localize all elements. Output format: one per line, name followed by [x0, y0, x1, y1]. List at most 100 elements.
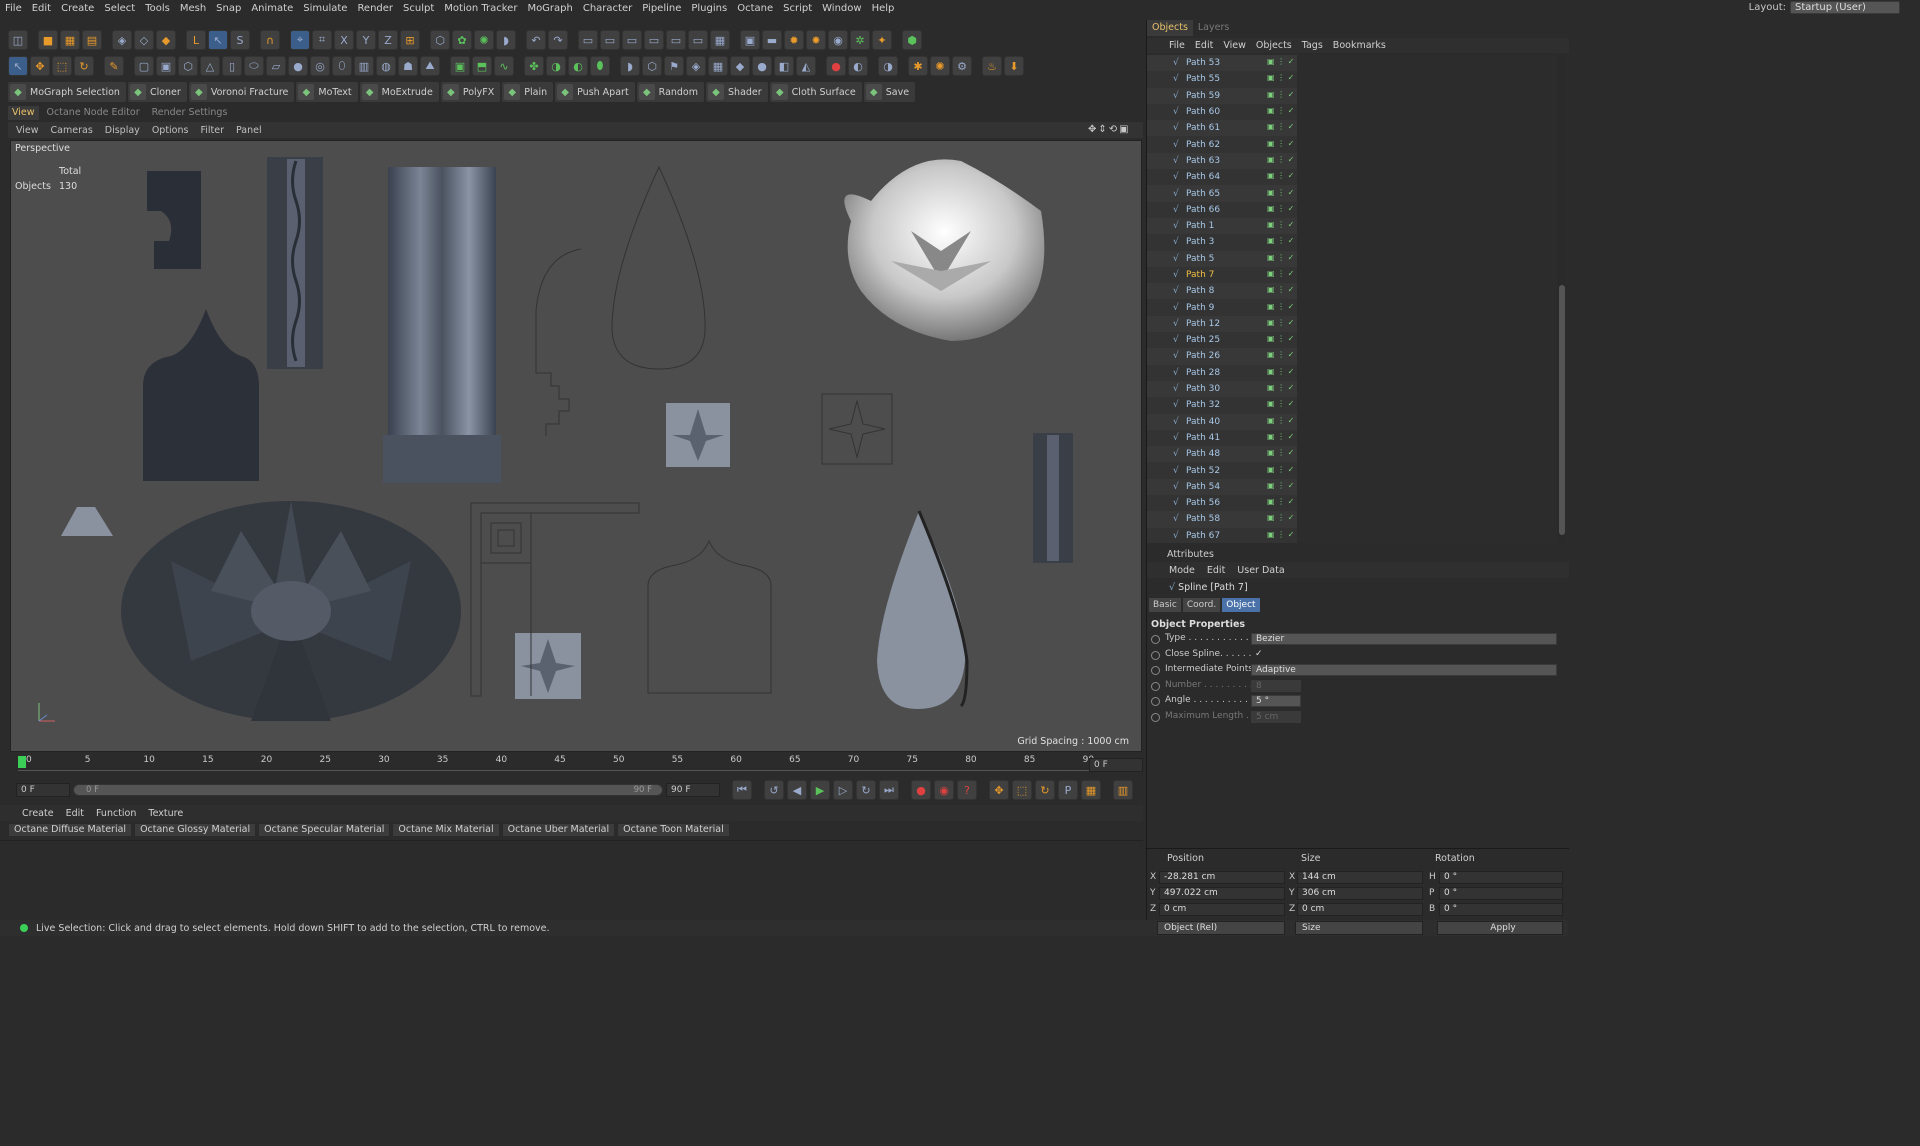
random-button[interactable]: ◆ Random: [636, 82, 705, 102]
visibility-toggle-icon[interactable]: ▣ ⋮ ✓: [1267, 220, 1297, 232]
bulge-icon[interactable]: ⬡: [642, 56, 662, 76]
spline-icon[interactable]: ▣: [156, 56, 176, 76]
layout-dropdown[interactable]: Startup (User): [1790, 1, 1900, 14]
prev-frame-icon[interactable]: ◀: [787, 780, 807, 800]
visibility-toggle-icon[interactable]: ▣ ⋮ ✓: [1267, 399, 1297, 411]
visibility-toggle-icon[interactable]: ▣ ⋮ ✓: [1267, 171, 1297, 183]
tab-objects[interactable]: Objects: [1147, 20, 1193, 36]
prop-value[interactable]: 5 °: [1251, 695, 1301, 707]
drop-solid[interactable]: [877, 511, 966, 709]
octane-logo-icon[interactable]: ⬢: [902, 30, 922, 50]
object-row[interactable]: √ Path 9 ▣ ⋮ ✓: [1147, 299, 1557, 316]
start-frame-field[interactable]: 0 F: [16, 783, 70, 797]
visibility-toggle-icon[interactable]: ▣ ⋮ ✓: [1267, 155, 1297, 167]
size-field[interactable]: 306 cm: [1297, 887, 1423, 900]
tweak-icon[interactable]: ↖: [208, 30, 228, 50]
sweep-icon[interactable]: ∿: [494, 56, 514, 76]
object-name[interactable]: Path 55: [1186, 74, 1220, 84]
object-row[interactable]: √ Path 12 ▣ ⋮ ✓: [1147, 315, 1557, 333]
objects-menu-objects[interactable]: Objects: [1256, 40, 1292, 51]
voronoi-fracture-button[interactable]: ◆ Voronoi Fracture: [188, 82, 295, 102]
push-apart-button[interactable]: ◆ Push Apart: [555, 82, 635, 102]
cloth-surface-button[interactable]: ◆ Cloth Surface: [769, 82, 862, 102]
layout-view-5-icon[interactable]: ▭: [666, 30, 686, 50]
menu-pipeline[interactable]: Pipeline: [637, 3, 686, 14]
attr-tab-coord[interactable]: Coord.: [1182, 598, 1221, 612]
object-name[interactable]: Path 54: [1186, 482, 1220, 492]
attributes-menu-mode[interactable]: Mode: [1169, 565, 1195, 576]
y-axis-lock-icon[interactable]: Y: [356, 30, 376, 50]
layout-view-2-icon[interactable]: ▭: [600, 30, 620, 50]
object-row[interactable]: √ Path 28 ▣ ⋮ ✓: [1147, 364, 1557, 381]
object-name[interactable]: Path 56: [1186, 498, 1220, 508]
object-name[interactable]: Path 9: [1186, 303, 1214, 313]
mograph-selection-button[interactable]: ◆ MoGraph Selection: [8, 82, 126, 102]
boole-icon[interactable]: ◑: [546, 56, 566, 76]
object-name[interactable]: Path 63: [1186, 156, 1220, 166]
objects-menu-file[interactable]: File: [1169, 40, 1185, 51]
pan-icon[interactable]: ✥: [1088, 124, 1096, 135]
object-name[interactable]: Path 7: [1186, 270, 1214, 280]
visibility-toggle-icon[interactable]: ▣ ⋮ ✓: [1267, 416, 1297, 428]
prev-key-icon[interactable]: ↺: [764, 780, 784, 800]
object-name[interactable]: Path 26: [1186, 351, 1220, 361]
visibility-toggle-icon[interactable]: ▣ ⋮ ✓: [1267, 236, 1297, 248]
snap-icon[interactable]: ⌖: [290, 30, 310, 50]
layout-view-3-icon[interactable]: ▭: [622, 30, 642, 50]
animate-radio-icon[interactable]: [1151, 666, 1160, 675]
drop-outline[interactable]: [611, 165, 706, 370]
texture-mode-icon[interactable]: ▦: [60, 30, 80, 50]
material-octane-toon-material[interactable]: Octane Toon Material: [617, 823, 730, 837]
go-to-start-icon[interactable]: ⏮: [732, 780, 752, 800]
landscape-icon[interactable]: ⛰: [420, 56, 440, 76]
sketch-icon[interactable]: ▢: [134, 56, 154, 76]
key-scale-icon[interactable]: ⬚: [1012, 780, 1032, 800]
object-name[interactable]: Path 64: [1186, 172, 1220, 182]
soft-selection-icon[interactable]: S: [230, 30, 250, 50]
visibility-toggle-icon[interactable]: ▣ ⋮ ✓: [1267, 318, 1297, 330]
object-row[interactable]: √ Path 61 ▣ ⋮ ✓: [1147, 120, 1557, 137]
preview-range-slider[interactable]: 0 F 90 F: [73, 784, 663, 796]
object-row[interactable]: √ Path 60 ▣ ⋮ ✓: [1147, 103, 1557, 121]
flag-icon[interactable]: ⚑: [664, 56, 684, 76]
pen-icon[interactable]: ✎: [104, 56, 124, 76]
object-name[interactable]: Path 67: [1186, 531, 1220, 541]
visibility-toggle-icon[interactable]: ▣ ⋮ ✓: [1267, 122, 1297, 134]
object-name[interactable]: Path 1: [1186, 221, 1214, 231]
disc-icon[interactable]: ⬭: [244, 56, 264, 76]
material-menu-texture[interactable]: Texture: [148, 808, 183, 819]
object-name[interactable]: Path 3: [1186, 237, 1214, 247]
object-name[interactable]: Path 30: [1186, 384, 1220, 394]
gear-icon[interactable]: ⚙: [952, 56, 972, 76]
scale-icon[interactable]: ⬚: [52, 56, 72, 76]
render-region-icon[interactable]: ▣: [740, 30, 760, 50]
object-name[interactable]: Path 62: [1186, 140, 1220, 150]
key-pla-icon[interactable]: ▦: [1081, 780, 1101, 800]
menu-select[interactable]: Select: [99, 3, 140, 14]
size-field[interactable]: 144 cm: [1297, 871, 1423, 884]
position-field[interactable]: 497.022 cm: [1159, 887, 1285, 900]
menu-snap[interactable]: Snap: [211, 3, 246, 14]
render-settings-icon[interactable]: ✹: [784, 30, 804, 50]
object-name[interactable]: Path 52: [1186, 466, 1220, 476]
object-row[interactable]: √ Path 55 ▣ ⋮ ✓: [1147, 71, 1557, 88]
objects-menu-bookmarks[interactable]: Bookmarks: [1333, 40, 1386, 51]
attributes-menu-user-data[interactable]: User Data: [1237, 565, 1284, 576]
size-mode-dropdown[interactable]: Size: [1295, 921, 1423, 935]
visibility-toggle-icon[interactable]: ▣ ⋮ ✓: [1267, 383, 1297, 395]
objects-menu-edit[interactable]: Edit: [1195, 40, 1213, 51]
object-row[interactable]: √ Path 63 ▣ ⋮ ✓: [1147, 152, 1557, 170]
key-position-icon[interactable]: ✥: [989, 780, 1009, 800]
octane-render-icon[interactable]: ✲: [850, 30, 870, 50]
download-icon[interactable]: ⬇: [1004, 56, 1024, 76]
material-octane-mix-material[interactable]: Octane Mix Material: [392, 823, 500, 837]
object-name[interactable]: Path 58: [1186, 514, 1220, 524]
points-mode-icon[interactable]: ◈: [112, 30, 132, 50]
attr-tab-basic[interactable]: Basic: [1149, 598, 1181, 612]
magnet-icon[interactable]: ∩: [260, 30, 280, 50]
object-name[interactable]: Path 5: [1186, 254, 1214, 264]
visibility-toggle-icon[interactable]: ▣ ⋮ ✓: [1267, 285, 1297, 297]
play-icon[interactable]: ▶: [810, 780, 830, 800]
sky-icon[interactable]: ◑: [878, 56, 898, 76]
menu-simulate[interactable]: Simulate: [298, 3, 352, 14]
